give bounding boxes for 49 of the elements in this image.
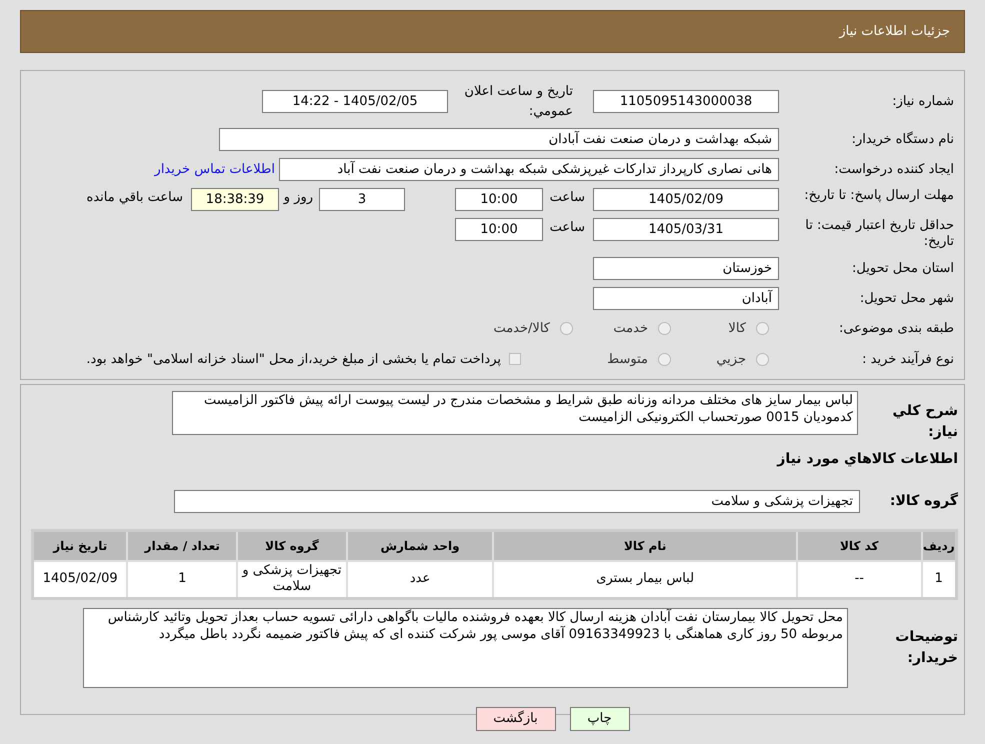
input-field[interactable]: آبادان xyxy=(593,287,779,310)
field-label: مهلت ارسال پاسخ: تا تاریخ: xyxy=(803,188,954,204)
radio-label: خدمت xyxy=(613,320,648,338)
field-label: نام دستگاه خریدار: xyxy=(850,130,954,149)
field-label: گروه کالا: xyxy=(888,491,958,511)
page-title: جزئیات اطلاعات نیاز xyxy=(839,22,950,41)
input-field[interactable]: 1105095143000038 xyxy=(593,90,779,113)
radio-button[interactable] xyxy=(756,322,769,336)
field-label: استان محل تحویل: xyxy=(851,260,954,278)
section-heading: اطلاعات كالاهاي مورد نياز xyxy=(776,450,958,469)
radio-button[interactable] xyxy=(756,352,769,366)
input-field[interactable]: خوزستان xyxy=(593,257,779,280)
print-button[interactable]: چاپ xyxy=(570,707,630,731)
input-field[interactable]: 18:38:39 xyxy=(191,188,279,211)
input-field[interactable]: 10:00 xyxy=(455,218,543,241)
radio-label: متوسط xyxy=(607,350,648,368)
radio-label: جزيي xyxy=(716,350,746,368)
radio-button[interactable] xyxy=(658,352,671,366)
radio-button[interactable] xyxy=(658,322,671,336)
input-field[interactable]: 1405/02/09 xyxy=(593,188,779,211)
field-label: نوع فرآیند خرید : xyxy=(861,350,954,368)
input-field[interactable]: 1405/03/31 xyxy=(593,218,779,241)
checkbox[interactable] xyxy=(509,353,521,366)
field-label: ساعت xyxy=(548,219,586,237)
field-label: تاریخ و ساعت اعلان عمومي: xyxy=(463,83,574,120)
field-label: شرح كلي نياز: xyxy=(892,402,958,442)
field-label: شهر محل تحویل: xyxy=(858,290,954,308)
description-field[interactable]: لباس بیمار سایز های مختلف مردانه وزنانه طبق شرایط و مشخصات مندرج در لیست پیوست ارائه پیش فاکتور الزامیست کدمودیان 0015 صورتحساب الکترونیکی الزامیست xyxy=(172,391,858,435)
radio-label: کالا/خدمت xyxy=(493,320,550,338)
input-field[interactable]: 1405/02/05 - 14:22 xyxy=(262,90,448,113)
field-label: ایجاد کننده درخواست: xyxy=(833,160,954,179)
field-label: ساعت باقي مانده xyxy=(86,189,184,207)
notes-field[interactable]: محل تحویل کالا بیمارستان نفت آبادان هزینه ارسال کالا بعهده فروشنده مالیات باگواهی دارائی تسویه حساب بعداز تحویل وتائید کارشناس مربوطه 50 روز کاری هماهنگی با 09163349923 آقای موسی پور شرکت کننده ای که پیش فاکتور ضمیمه نگردد باطل میگردد xyxy=(83,608,848,688)
field-label: طبقه بندی موضوعی: xyxy=(838,320,954,338)
radio-button[interactable] xyxy=(560,322,573,336)
input-field[interactable]: شبکه بهداشت و درمان صنعت نفت آبادان xyxy=(219,128,779,151)
checkbox-label: پرداخت تمام یا بخشی از مبلغ خرید،از محل "اسناد خزانه اسلامی" خواهد بود. xyxy=(86,350,501,368)
radio-label: کالا xyxy=(728,320,746,338)
back-button[interactable]: بازگشت xyxy=(476,707,556,731)
contact-link[interactable]: اطلاعات تماس خریدار xyxy=(154,160,275,180)
field-label: شماره نیاز: xyxy=(891,92,954,111)
field-label: توضیحات خریدار: xyxy=(894,628,958,668)
input-field[interactable]: هانی نصاری کارپرداز تدارکات غیرپزشکی شبکه بهداشت و درمان صنعت نفت آباد xyxy=(279,158,779,181)
field-label: روز و xyxy=(282,189,314,207)
input-field[interactable]: 10:00 xyxy=(455,188,543,211)
field-label: حداقل تاریخ اعتبار قیمت: تا تاریخ: xyxy=(804,218,954,250)
input-field[interactable]: 3 xyxy=(319,188,405,211)
field-label: ساعت xyxy=(548,189,586,207)
input-field[interactable]: تجهیزات پزشکی و سلامت xyxy=(174,490,860,513)
